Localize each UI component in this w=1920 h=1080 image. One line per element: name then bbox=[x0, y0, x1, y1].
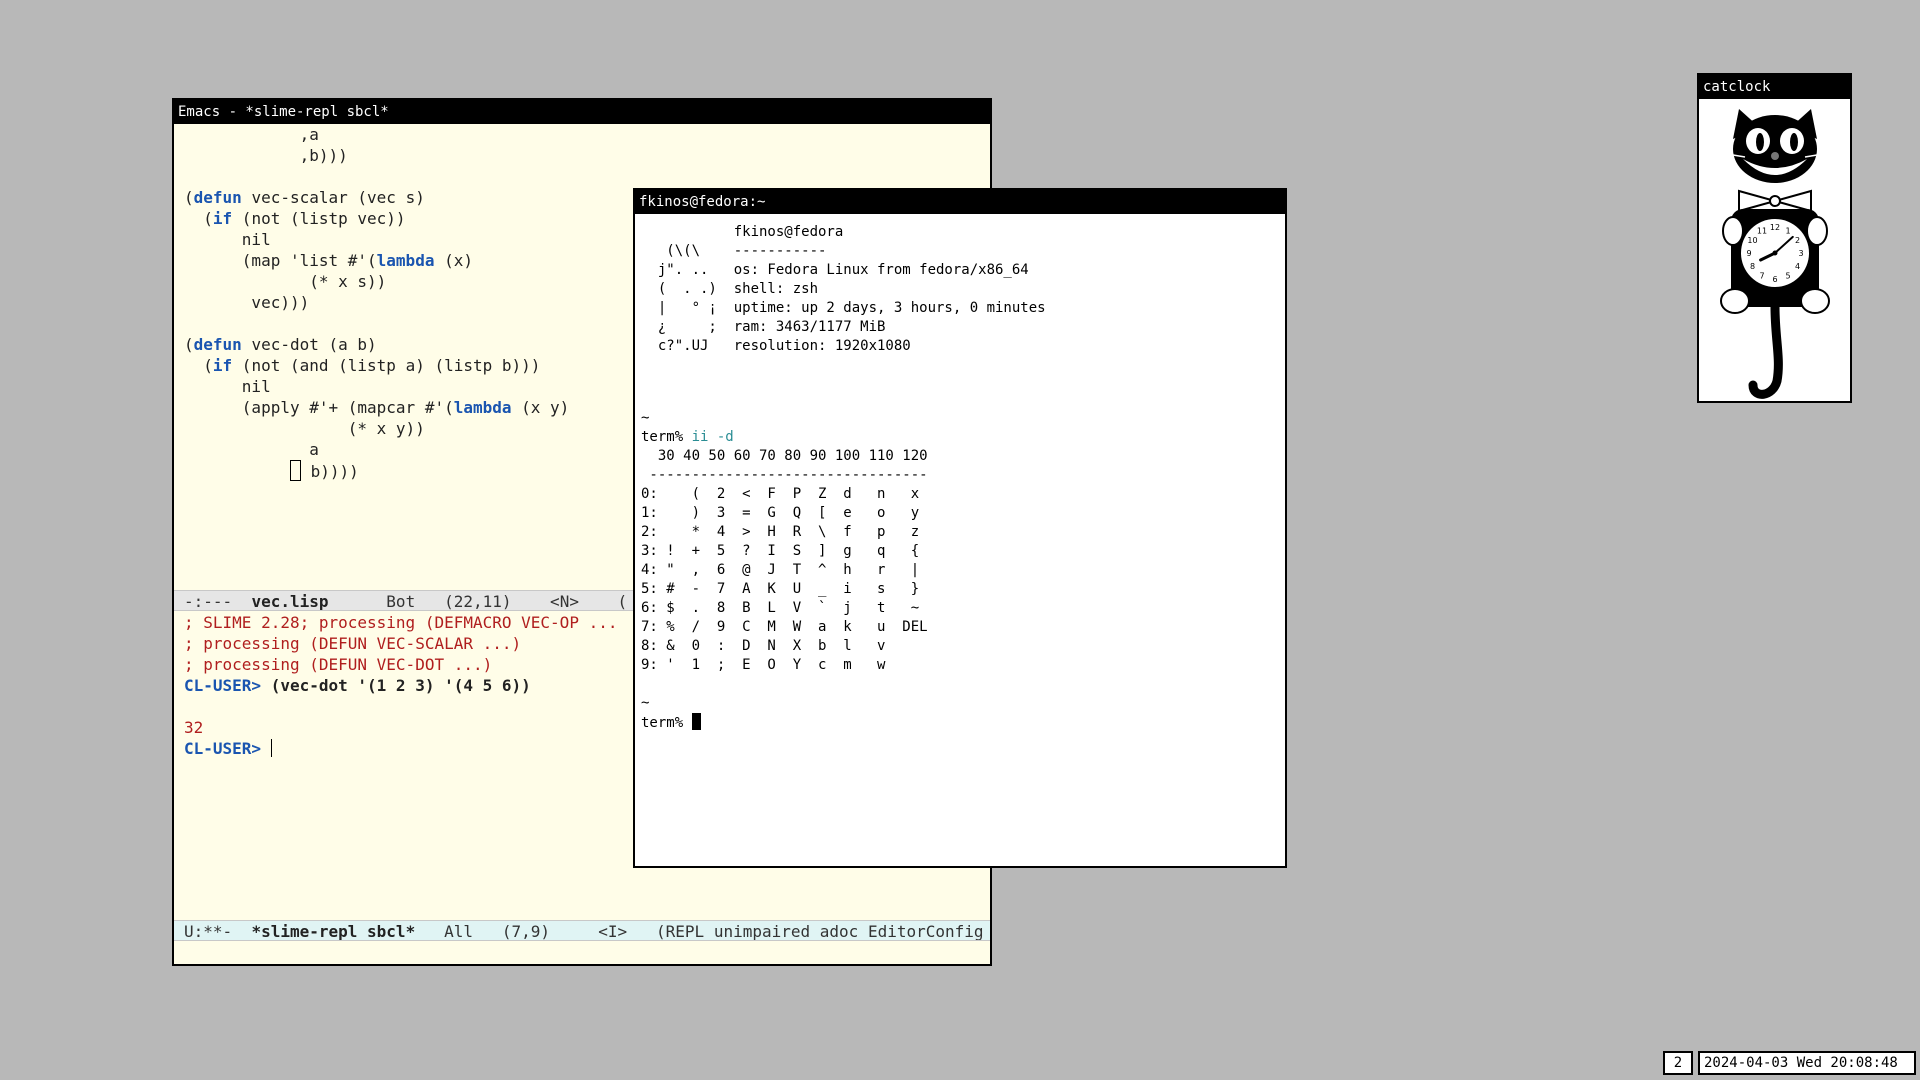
terminal-output-line: --------------------------------- bbox=[641, 467, 928, 483]
dial-number: 12 bbox=[1770, 223, 1780, 232]
terminal-output-line: j". .. os: Fedora Linux from fedora/x86_… bbox=[641, 262, 1029, 278]
code-line: (* x s)) bbox=[184, 272, 387, 291]
modeline-status: U:**- bbox=[184, 922, 252, 941]
terminal-output-line: ( . .) shell: zsh bbox=[641, 281, 819, 297]
repl-input: (vec-dot '(1 2 3) '(4 5 6)) bbox=[270, 676, 531, 695]
repl-output-line: ; processing (DEFUN VEC-DOT ...) bbox=[184, 655, 493, 674]
terminal-output-line: ~ bbox=[641, 695, 650, 711]
terminal-output-line: 9: ' 1 ; E O Y c m w bbox=[641, 657, 886, 673]
modeline-buffer-name: *slime-repl sbcl* bbox=[251, 922, 416, 941]
terminal-cursor bbox=[691, 713, 701, 730]
repl-prompt: CL-USER> bbox=[184, 676, 262, 695]
repl-input-line[interactable]: CL-USER> (vec-dot '(1 2 3) '(4 5 6)) bbox=[184, 675, 531, 696]
code-line: (defun vec-dot (a b) bbox=[184, 335, 377, 354]
terminal-window[interactable]: fkinos@fedora:~ fkinos@fedora (\(\ -----… bbox=[633, 188, 1287, 868]
repl-output-line: ; SLIME 2.28; processing (DEFMACRO VEC-O… bbox=[184, 613, 618, 632]
repl-current-line[interactable]: CL-USER> bbox=[184, 738, 272, 759]
code-line: vec))) bbox=[184, 293, 310, 312]
modeline-bottom: U:**- *slime-repl sbcl* All (7,9) <I> (R… bbox=[174, 920, 990, 941]
code-line: (apply #'+ (mapcar #'(lambda (x y) bbox=[184, 398, 570, 417]
cat-clock-icon: 12 12 3 45678 9 1011 bbox=[1720, 109, 1830, 399]
terminal-output-line: ~ bbox=[641, 410, 650, 426]
clock-display: 2024-04-03 Wed 20:08:48 bbox=[1698, 1051, 1916, 1075]
dial-number: 2 bbox=[1795, 236, 1800, 245]
terminal-output-line: 8: & 0 : D N X b l v bbox=[641, 638, 886, 654]
code-line: b)))) bbox=[184, 460, 359, 481]
code-line: ,a bbox=[184, 125, 319, 144]
terminal-output-line: 6: $ . 8 B L V ` j t ~ bbox=[641, 600, 920, 616]
terminal-output-line: fkinos@fedora bbox=[641, 224, 844, 240]
repl-output-line: ; processing (DEFUN VEC-SCALAR ...) bbox=[184, 634, 522, 653]
terminal-titlebar[interactable]: fkinos@fedora:~ bbox=[635, 190, 1285, 214]
dial-number: 3 bbox=[1798, 249, 1803, 258]
dial-number: 1 bbox=[1785, 227, 1790, 236]
terminal-output-line: 4: " , 6 @ J T ^ h r | bbox=[641, 562, 920, 578]
terminal-output-line: 0: ( 2 < F P Z d n x bbox=[641, 486, 920, 502]
dial-number: 6 bbox=[1772, 275, 1777, 284]
text-cursor bbox=[270, 739, 272, 757]
dial-number: 11 bbox=[1757, 227, 1767, 236]
terminal-output-line: 1: ) 3 = G Q [ e o y bbox=[641, 505, 920, 521]
dial-number: 10 bbox=[1747, 236, 1757, 245]
terminal-output-line: 7: % / 9 C M W a k u DEL bbox=[641, 619, 928, 635]
repl-result: 32 bbox=[184, 718, 204, 737]
terminal-output-line: 2: * 4 > H R \ f p z bbox=[641, 524, 920, 540]
repl-prompt: CL-USER> bbox=[184, 739, 262, 758]
terminal-command-line: term% ii -d bbox=[641, 429, 734, 445]
code-line: (if (not (listp vec)) bbox=[184, 209, 406, 228]
modeline-info: All (7,9) <I> (REPL unimpaired adoc Edit… bbox=[415, 922, 984, 941]
code-line: nil bbox=[184, 377, 271, 396]
terminal-output-line: (\(\ ----------- bbox=[641, 243, 827, 259]
dial-number: 8 bbox=[1750, 262, 1755, 271]
dial-number: 5 bbox=[1785, 272, 1790, 281]
code-line: (map 'list #'(lambda (x) bbox=[184, 251, 473, 270]
block-cursor bbox=[289, 460, 301, 481]
terminal-output-line: 30 40 50 60 70 80 90 100 110 120 bbox=[641, 448, 928, 464]
terminal-prompt-line: term% bbox=[641, 713, 701, 732]
catclock-window[interactable]: catclock 12 1 2 3 4 5 6 7 8 9 10 11 bbox=[1697, 73, 1852, 403]
terminal-output-line: | ° ¡ uptime: up 2 days, 3 hours, 0 minu… bbox=[641, 300, 1046, 316]
workspace-indicator[interactable]: 2 bbox=[1663, 1051, 1693, 1075]
terminal-output-line: 3: ! + 5 ? I S ] g q { bbox=[641, 543, 920, 559]
catclock-titlebar[interactable]: catclock bbox=[1699, 75, 1850, 99]
emacs-titlebar[interactable]: Emacs - *slime-repl sbcl* bbox=[174, 100, 990, 124]
code-line: nil bbox=[184, 230, 271, 249]
code-line: (if (not (and (listp a) (listp b))) bbox=[184, 356, 541, 375]
terminal-output-line: ¿ ; ram: 3463/1177 MiB bbox=[641, 319, 886, 335]
dial-number: 4 bbox=[1795, 262, 1800, 271]
dial-number: 7 bbox=[1759, 272, 1764, 281]
code-line: (defun vec-scalar (vec s) bbox=[184, 188, 425, 207]
code-line: (* x y)) bbox=[184, 419, 425, 438]
code-line: a bbox=[184, 440, 319, 459]
modeline-file: vec.lisp bbox=[251, 592, 329, 611]
dial-number: 9 bbox=[1746, 249, 1751, 258]
code-line: ,b))) bbox=[184, 146, 348, 165]
terminal-output-line: 5: # - 7 A K U _ i s } bbox=[641, 581, 920, 597]
terminal-output-line: c?".UJ resolution: 1920x1080 bbox=[641, 338, 911, 354]
